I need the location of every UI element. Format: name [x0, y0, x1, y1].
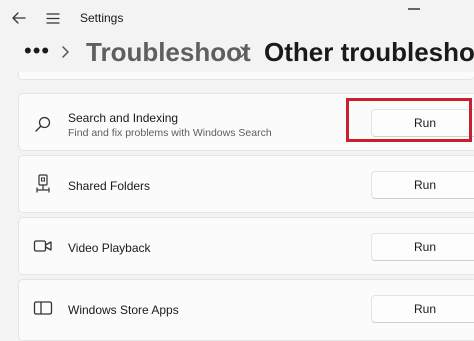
breadcrumb-item-troubleshoot[interactable]: Troubleshoot	[86, 37, 251, 68]
run-video-playback-button[interactable]: Run	[371, 233, 474, 261]
list-item-search-and-indexing: Search and Indexing Find and fix problem…	[18, 93, 474, 151]
run-shared-folders-button[interactable]: Run	[371, 171, 474, 199]
chevron-right-icon	[62, 46, 69, 58]
back-arrow-icon	[12, 12, 26, 24]
store-app-icon	[33, 298, 53, 318]
troubleshooter-title: Shared Folders	[68, 179, 151, 193]
hamburger-menu-icon	[46, 12, 60, 24]
shared-folder-icon	[33, 174, 53, 194]
back-button[interactable]	[8, 7, 30, 29]
chevron-right-icon	[240, 46, 247, 58]
list-item-shared-folders: Shared Folders Run	[18, 155, 474, 213]
troubleshooter-title: Video Playback	[68, 241, 151, 255]
run-search-and-indexing-button[interactable]: Run	[371, 109, 474, 137]
troubleshooter-title: Windows Store Apps	[68, 303, 179, 317]
list-item-partial	[18, 72, 474, 80]
page-title: Other troubleshooters	[264, 37, 474, 67]
minimize-button[interactable]	[408, 8, 420, 10]
troubleshooter-description: Find and fix problems with Windows Searc…	[68, 127, 272, 139]
breadcrumb-overflow-button[interactable]: •••	[24, 38, 50, 64]
list-item-windows-store-apps: Windows Store Apps Run	[18, 279, 474, 341]
run-windows-store-apps-button[interactable]: Run	[371, 295, 474, 323]
video-camera-icon	[33, 236, 53, 256]
title-bar: Settings	[0, 0, 474, 36]
list-item-video-playback: Video Playback Run	[18, 217, 474, 275]
search-icon	[33, 114, 53, 134]
window-title: Settings	[80, 11, 124, 25]
breadcrumb: ••• Troubleshoot Other troubleshooters	[0, 36, 474, 72]
troubleshooter-title: Search and Indexing	[68, 111, 179, 125]
navigation-menu-button[interactable]	[42, 7, 64, 29]
